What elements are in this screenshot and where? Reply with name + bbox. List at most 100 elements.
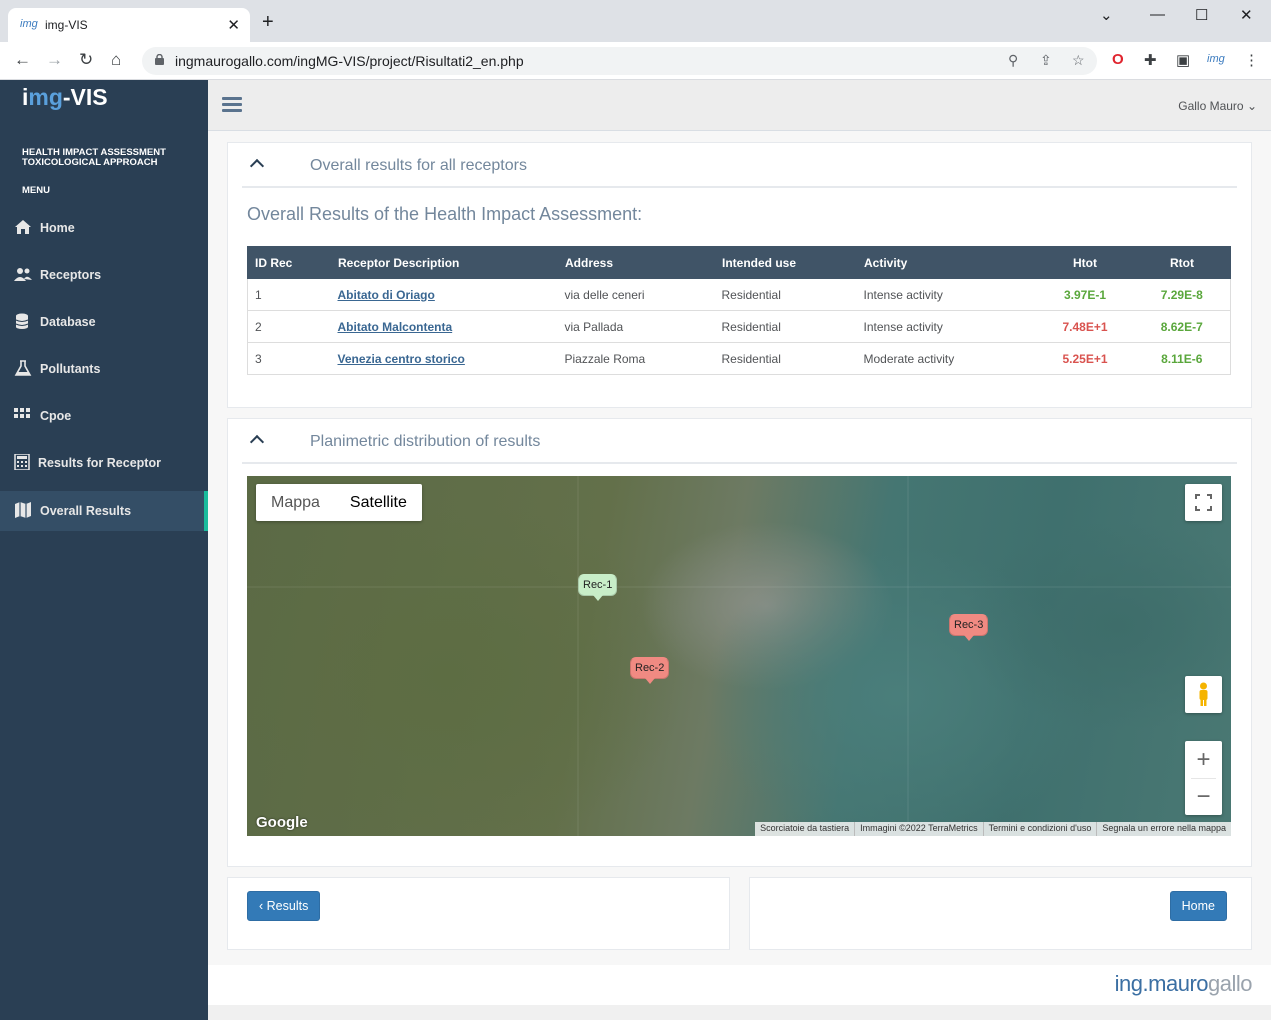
htot-value: 5.25E+1 <box>1036 342 1134 375</box>
rtot-value: 8.11E-6 <box>1133 342 1231 375</box>
sidebar-item-cpoe[interactable]: Cpoe <box>0 396 208 436</box>
results-button[interactable]: ‹ Results <box>247 891 321 921</box>
new-tab-icon[interactable]: + <box>262 12 274 32</box>
sidebar: img-VIS HEALTH IMPACT ASSESSMENT TOXICOL… <box>0 80 208 1020</box>
grid-icon <box>14 408 30 418</box>
browser-tabbar: img img-VIS ✕ + ⌄ — ☐ ✕ <box>0 0 1271 42</box>
users-icon <box>14 268 32 281</box>
home-icon <box>15 220 31 234</box>
tab-search-icon[interactable]: ⌄ <box>1100 6 1113 24</box>
results-panel: Overall results for all receptors Overal… <box>227 142 1252 408</box>
browser-toolbar: ← → ↻ ⌂ ingmaurogallo.com/ingMG-VIS/proj… <box>0 42 1271 80</box>
footer: ing.maurogallo <box>208 965 1271 1005</box>
terms-link[interactable]: Termini e condizioni d'uso <box>982 822 1097 836</box>
url-text: ingmaurogallo.com/ingMG-VIS/project/Risu… <box>175 53 524 69</box>
tab-favicon: img <box>20 18 38 30</box>
close-window-icon[interactable]: ✕ <box>1240 6 1253 24</box>
back-icon[interactable]: ← <box>14 50 31 70</box>
report-error-link[interactable]: Segnala un errore nella mappa <box>1096 822 1231 836</box>
top-navbar: Gallo Mauro ⌄ <box>208 80 1271 131</box>
map-marker-rec-1[interactable]: Rec-1 <box>578 574 618 601</box>
opera-extension-icon[interactable]: O <box>1112 51 1124 68</box>
minimize-icon[interactable]: — <box>1150 6 1165 23</box>
map-panel-header: Planimetric distribution of results <box>242 419 1237 464</box>
rtot-value: 7.29E-8 <box>1133 278 1231 311</box>
nav-panel-right: Home <box>749 877 1252 950</box>
receptor-link[interactable]: Abitato di Oriago <box>338 288 435 302</box>
app-logo[interactable]: img-VIS <box>22 84 108 111</box>
collapse-chevron-icon[interactable] <box>249 434 265 450</box>
database-icon <box>15 313 29 329</box>
sidepanel-icon[interactable]: ▣ <box>1176 51 1190 69</box>
sidebar-item-receptors[interactable]: Receptors <box>0 255 208 295</box>
sidebar-item-pollutants[interactable]: Pollutants <box>0 349 208 389</box>
nav-panel-left: ‹ Results <box>227 877 730 950</box>
table-row: 1 Abitato di Oriago via delle ceneri Res… <box>247 278 1231 311</box>
share-icon[interactable]: ⇪ <box>1040 52 1052 69</box>
tab-title: img-VIS <box>45 18 88 32</box>
map-type-control: Mappa Satellite <box>256 484 422 521</box>
main-content: Overall results for all receptors Overal… <box>208 131 1271 965</box>
home-button[interactable]: Home <box>1169 891 1227 921</box>
menu-label: MENU <box>22 185 50 196</box>
zoom-icon[interactable]: ⚲ <box>1008 52 1018 69</box>
map-panel-title: Planimetric distribution of results <box>310 433 541 450</box>
map-panel: Planimetric distribution of results Mapp… <box>227 418 1252 867</box>
browser-tab[interactable]: img img-VIS ✕ <box>8 8 250 42</box>
reload-icon[interactable]: ↻ <box>79 50 93 70</box>
bookmark-star-icon[interactable]: ☆ <box>1072 52 1085 69</box>
map-icon <box>15 502 31 518</box>
flask-icon <box>14 360 32 376</box>
imagery-credit: Immagini ©2022 TerraMetrics <box>854 822 983 836</box>
collapse-chevron-icon[interactable] <box>249 158 265 174</box>
pegman-icon <box>1199 682 1208 706</box>
map-type-satellite-button[interactable]: Satellite <box>335 484 422 521</box>
google-logo[interactable]: Google <box>256 814 308 831</box>
sidebar-item-home[interactable]: Home <box>0 208 208 248</box>
table-header-row: ID Rec Receptor Description Address Inte… <box>247 246 1231 279</box>
col-use: Intended use <box>714 246 857 279</box>
htot-value: 3.97E-1 <box>1036 278 1134 311</box>
col-htot: Htot <box>1036 246 1134 279</box>
forward-icon[interactable]: → <box>46 50 63 70</box>
satellite-map[interactable]: Mappa Satellite Rec-1 Rec-2 Rec-3 + − Go… <box>247 476 1231 836</box>
profile-badge[interactable]: img <box>1207 53 1225 65</box>
sidebar-item-database[interactable]: Database <box>0 302 208 342</box>
sidebar-item-overall-results[interactable]: Overall Results <box>0 491 208 531</box>
rtot-value: 8.62E-7 <box>1133 310 1231 343</box>
address-bar[interactable]: ingmaurogallo.com/ingMG-VIS/project/Risu… <box>142 47 1097 75</box>
street-view-button[interactable] <box>1185 676 1222 713</box>
map-attribution: Scorciatoie da tastiera Immagini ©2022 T… <box>755 822 1231 836</box>
sidebar-item-results-receptor[interactable]: Results for Receptor <box>0 443 208 483</box>
receptor-link[interactable]: Abitato Malcontenta <box>338 320 453 334</box>
map-marker-rec-2[interactable]: Rec-2 <box>630 657 670 684</box>
table-row: 3 Venezia centro storico Piazzale Roma R… <box>247 342 1231 375</box>
assessment-title: Overall Results of the Health Impact Ass… <box>247 204 643 224</box>
fullscreen-button[interactable] <box>1185 484 1222 521</box>
col-id: ID Rec <box>247 246 331 279</box>
calculator-icon <box>14 454 30 470</box>
zoom-control: + − <box>1185 741 1222 815</box>
extensions-puzzle-icon[interactable]: ✚ <box>1144 51 1157 69</box>
browser-menu-icon[interactable]: ⋮ <box>1244 51 1259 69</box>
keyboard-shortcuts-link[interactable]: Scorciatoie da tastiera <box>755 822 854 836</box>
menu-toggle-icon[interactable] <box>222 97 242 113</box>
user-menu[interactable]: Gallo Mauro ⌄ <box>1178 99 1257 113</box>
map-type-map-button[interactable]: Mappa <box>256 484 335 521</box>
col-rtot: Rtot <box>1133 246 1231 279</box>
fullscreen-icon <box>1195 494 1212 511</box>
col-activity: Activity <box>856 246 1037 279</box>
col-description: Receptor Description <box>330 246 558 279</box>
close-tab-icon[interactable]: ✕ <box>227 16 240 34</box>
receptor-link[interactable]: Venezia centro storico <box>338 352 465 366</box>
zoom-in-button[interactable]: + <box>1185 741 1222 778</box>
results-panel-header: Overall results for all receptors <box>242 143 1237 188</box>
home-browser-icon[interactable]: ⌂ <box>111 50 121 70</box>
lock-icon <box>155 54 164 65</box>
maximize-icon[interactable]: ☐ <box>1195 6 1208 24</box>
zoom-out-button[interactable]: − <box>1185 778 1222 815</box>
col-address: Address <box>557 246 715 279</box>
footer-brand-logo: ing.maurogallo <box>1114 971 1253 996</box>
results-panel-title: Overall results for all receptors <box>310 157 527 174</box>
map-marker-rec-3[interactable]: Rec-3 <box>949 614 989 641</box>
